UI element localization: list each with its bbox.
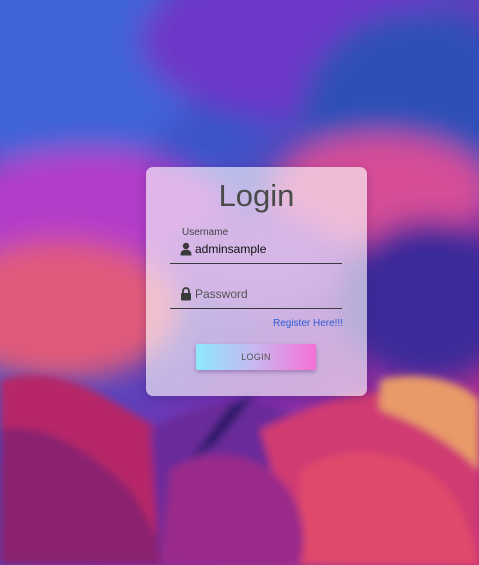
login-card: Login Username adminsample Register Here…: [146, 167, 367, 396]
password-field[interactable]: [170, 284, 342, 309]
login-screen: Login Username adminsample Register Here…: [0, 0, 479, 565]
register-link[interactable]: Register Here!!!: [273, 318, 343, 330]
username-field[interactable]: adminsample: [170, 239, 342, 264]
username-label: Username: [182, 227, 229, 238]
login-button[interactable]: LOGIN: [196, 344, 316, 370]
lock-icon: [181, 287, 191, 301]
user-icon: [180, 242, 192, 256]
password-input[interactable]: [195, 285, 335, 303]
username-value[interactable]: adminsample: [195, 241, 266, 257]
page-title: Login: [218, 178, 295, 213]
